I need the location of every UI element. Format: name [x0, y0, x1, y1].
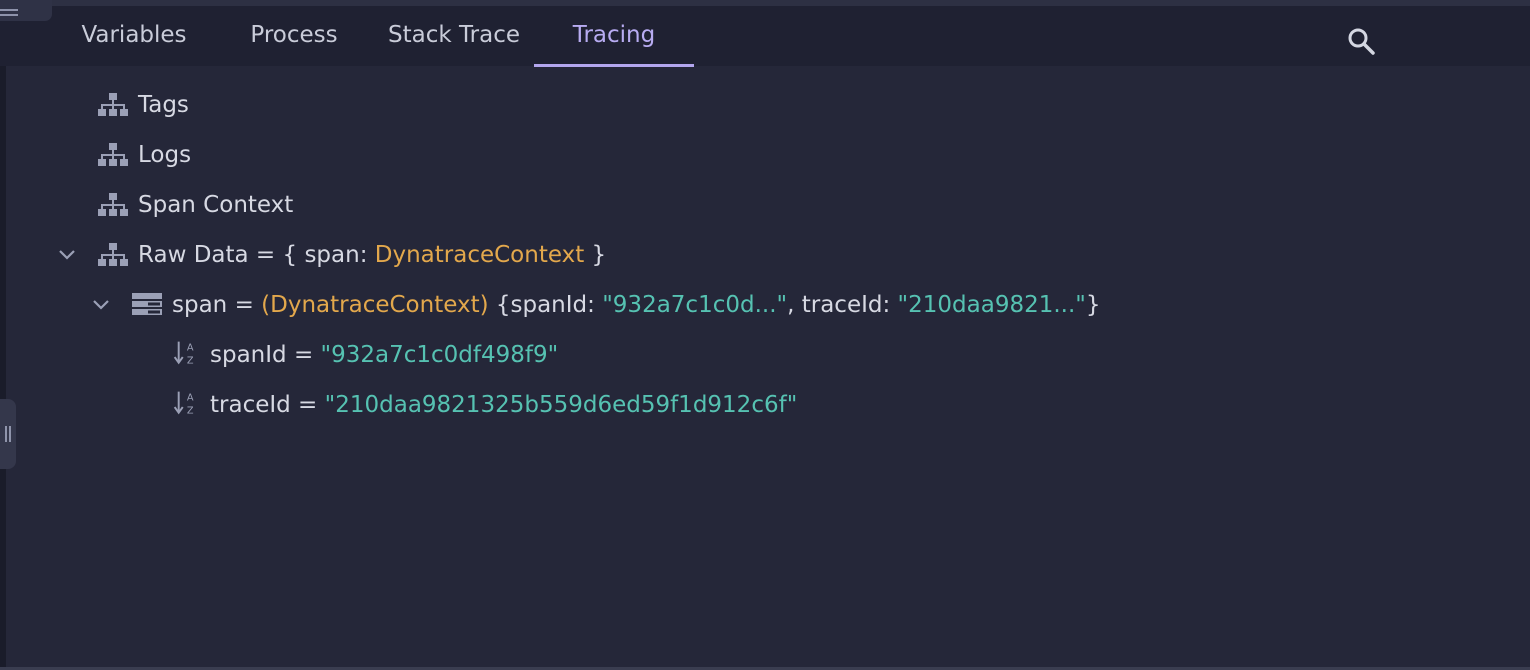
tab-stack-trace[interactable]: Stack Trace [386, 6, 522, 64]
span-id-name: spanId = [210, 342, 321, 368]
span-summary-sep: , traceId: [787, 292, 898, 318]
trace-id-name: traceId = [210, 392, 325, 418]
tab-tracing[interactable]: Tracing [534, 6, 694, 64]
tree-label-trace-id: traceId = "210daa9821325b559d6ed59f1d912… [210, 385, 797, 425]
chevron-down-icon[interactable] [56, 235, 78, 275]
span-id-preview: "932a7c1c0d..." [602, 292, 788, 318]
span-type: (DynatraceContext) [261, 292, 489, 318]
hierarchy-icon [98, 193, 128, 216]
tree-label-logs: Logs [138, 142, 192, 168]
search-icon [1348, 28, 1375, 55]
raw-data-name: Raw Data = { span: [138, 242, 375, 268]
tree-row-span-context[interactable]: Span Context [0, 185, 900, 225]
tree-label-span-context: Span Context [138, 192, 294, 218]
tab-bar: Variables Process Stack Trace Tracing [0, 6, 1530, 67]
sort-az-icon: A Z [173, 391, 194, 416]
tree-row-raw-data[interactable]: Raw Data = { span: DynatraceContext } [0, 235, 1000, 275]
search-button[interactable] [1346, 26, 1376, 56]
tree-label-raw-data: Raw Data = { span: DynatraceContext } [138, 235, 606, 275]
raw-data-type: DynatraceContext [374, 242, 585, 268]
tab-variables[interactable]: Variables [80, 6, 188, 64]
span-summary-close: } [1085, 292, 1101, 318]
tree-row-logs[interactable]: Logs [0, 135, 900, 175]
panel-menu-button[interactable] [0, 0, 52, 21]
hierarchy-icon [98, 93, 128, 116]
active-tab-indicator [534, 64, 694, 67]
svg-text:Z: Z [187, 406, 194, 416]
sort-az-icon: A Z [173, 341, 194, 366]
object-structure-icon [132, 293, 162, 315]
span-id-value: "932a7c1c0df498f9" [320, 342, 559, 368]
tree-row-trace-id[interactable]: A Z traceId = "210daa9821325b559d6ed59f1… [0, 385, 1000, 425]
trace-id-value: "210daa9821325b559d6ed59f1d912c6f" [324, 392, 798, 418]
tracing-debugger-panel: Variables Process Stack Trace Tracing Ta… [0, 0, 1530, 670]
tree-row-span-id[interactable]: A Z spanId = "932a7c1c0df498f9" [0, 335, 1000, 375]
tree-label-span: span = (DynatraceContext) {spanId: "932a… [172, 285, 1101, 325]
span-summary-open: {spanId: [488, 292, 603, 318]
tree-label-span-id: spanId = "932a7c1c0df498f9" [210, 335, 558, 375]
tree-row-span[interactable]: span = (DynatraceContext) {spanId: "932a… [0, 285, 1300, 325]
hierarchy-icon [98, 143, 128, 166]
span-name: span = [172, 292, 262, 318]
tree-label-tags: Tags [138, 92, 189, 118]
svg-text:A: A [187, 343, 194, 354]
raw-data-close: } [584, 242, 607, 268]
menu-icon [0, 9, 18, 17]
svg-text:A: A [187, 393, 194, 404]
chevron-down-icon[interactable] [90, 285, 112, 325]
svg-text:Z: Z [187, 356, 194, 366]
hierarchy-icon [98, 243, 128, 266]
trace-id-preview: "210daa9821..." [897, 292, 1086, 318]
tree-row-tags[interactable]: Tags [0, 85, 900, 125]
tab-process[interactable]: Process [248, 6, 340, 64]
